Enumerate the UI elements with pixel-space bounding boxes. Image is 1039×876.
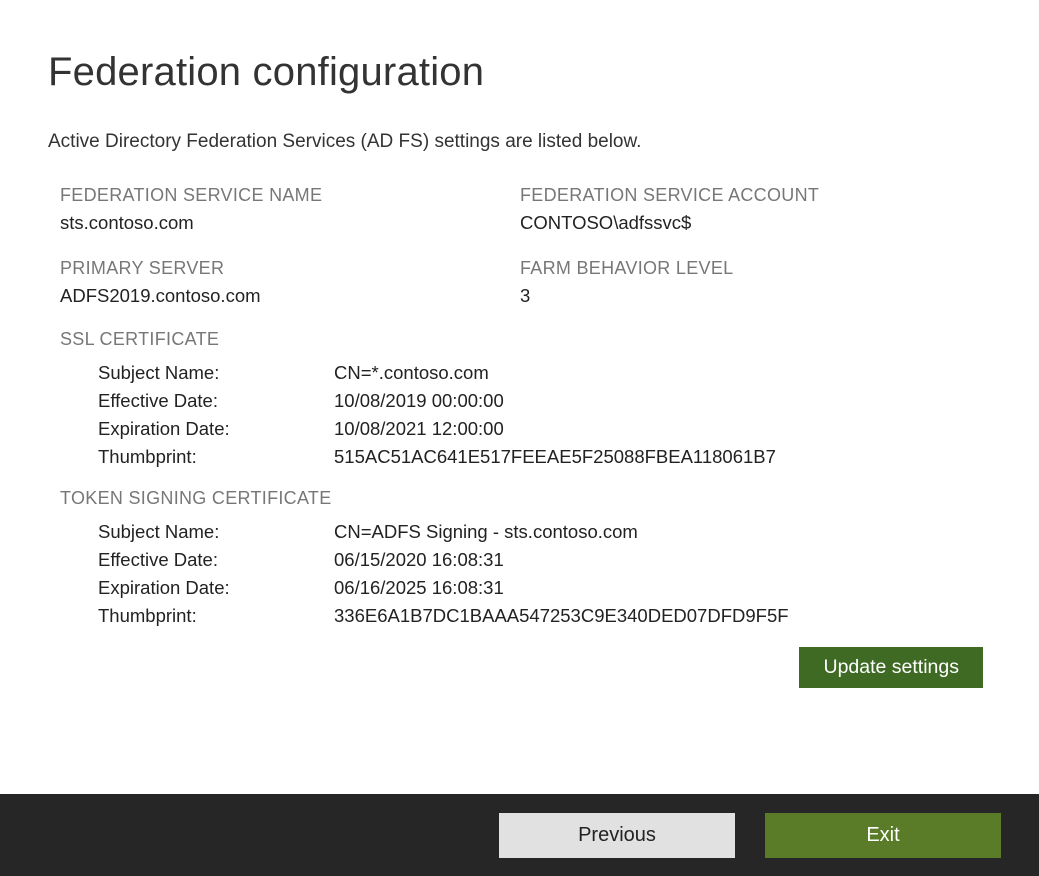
token-subject-name-row: Subject Name: CN=ADFS Signing - sts.cont… xyxy=(98,521,991,543)
ssl-thumbprint-value: 515AC51AC641E517FEEAE5F25088FBEA118061B7 xyxy=(334,446,776,468)
token-expiration-date-label: Expiration Date: xyxy=(98,577,334,599)
ssl-effective-date-label: Effective Date: xyxy=(98,390,334,412)
info-grid: FEDERATION SERVICE NAME sts.contoso.com … xyxy=(60,185,991,307)
token-expiration-date-row: Expiration Date: 06/16/2025 16:08:31 xyxy=(98,577,991,599)
ssl-expiration-date-value: 10/08/2021 12:00:00 xyxy=(334,418,504,440)
federation-service-name-value: sts.contoso.com xyxy=(60,212,510,234)
primary-server-block: PRIMARY SERVER ADFS2019.contoso.com xyxy=(60,258,510,307)
token-effective-date-value: 06/15/2020 16:08:31 xyxy=(334,549,504,571)
previous-button[interactable]: Previous xyxy=(499,813,735,858)
ssl-subject-name-value: CN=*.contoso.com xyxy=(334,362,489,384)
federation-service-account-block: FEDERATION SERVICE ACCOUNT CONTOSO\adfss… xyxy=(520,185,991,234)
federation-service-name-block: FEDERATION SERVICE NAME sts.contoso.com xyxy=(60,185,510,234)
primary-server-value: ADFS2019.contoso.com xyxy=(60,285,510,307)
exit-button[interactable]: Exit xyxy=(765,813,1001,858)
token-thumbprint-label: Thumbprint: xyxy=(98,605,334,627)
page-subtitle: Active Directory Federation Services (AD… xyxy=(48,131,991,153)
ssl-certificate-table: Subject Name: CN=*.contoso.com Effective… xyxy=(98,362,991,468)
federation-service-name-label: FEDERATION SERVICE NAME xyxy=(60,185,510,206)
update-button-container: Update settings xyxy=(48,647,991,688)
token-signing-certificate-header: TOKEN SIGNING CERTIFICATE xyxy=(60,488,991,509)
ssl-subject-name-row: Subject Name: CN=*.contoso.com xyxy=(98,362,991,384)
page-title: Federation configuration xyxy=(48,50,991,95)
ssl-effective-date-row: Effective Date: 10/08/2019 00:00:00 xyxy=(98,390,991,412)
token-subject-name-label: Subject Name: xyxy=(98,521,334,543)
federation-service-account-label: FEDERATION SERVICE ACCOUNT xyxy=(520,185,991,206)
update-settings-button[interactable]: Update settings xyxy=(799,647,983,688)
ssl-thumbprint-row: Thumbprint: 515AC51AC641E517FEEAE5F25088… xyxy=(98,446,991,468)
farm-behavior-level-block: FARM BEHAVIOR LEVEL 3 xyxy=(520,258,991,307)
token-expiration-date-value: 06/16/2025 16:08:31 xyxy=(334,577,504,599)
farm-behavior-level-label: FARM BEHAVIOR LEVEL xyxy=(520,258,991,279)
ssl-certificate-header: SSL CERTIFICATE xyxy=(60,329,991,350)
farm-behavior-level-value: 3 xyxy=(520,285,991,307)
token-effective-date-row: Effective Date: 06/15/2020 16:08:31 xyxy=(98,549,991,571)
token-effective-date-label: Effective Date: xyxy=(98,549,334,571)
token-signing-certificate-table: Subject Name: CN=ADFS Signing - sts.cont… xyxy=(98,521,991,627)
footer-bar: Previous Exit xyxy=(0,794,1039,876)
ssl-thumbprint-label: Thumbprint: xyxy=(98,446,334,468)
ssl-expiration-date-label: Expiration Date: xyxy=(98,418,334,440)
ssl-expiration-date-row: Expiration Date: 10/08/2021 12:00:00 xyxy=(98,418,991,440)
ssl-effective-date-value: 10/08/2019 00:00:00 xyxy=(334,390,504,412)
token-thumbprint-row: Thumbprint: 336E6A1B7DC1BAAA547253C9E340… xyxy=(98,605,991,627)
token-subject-name-value: CN=ADFS Signing - sts.contoso.com xyxy=(334,521,638,543)
ssl-subject-name-label: Subject Name: xyxy=(98,362,334,384)
primary-server-label: PRIMARY SERVER xyxy=(60,258,510,279)
token-thumbprint-value: 336E6A1B7DC1BAAA547253C9E340DED07DFD9F5F xyxy=(334,605,789,627)
federation-service-account-value: CONTOSO\adfssvc$ xyxy=(520,212,991,234)
